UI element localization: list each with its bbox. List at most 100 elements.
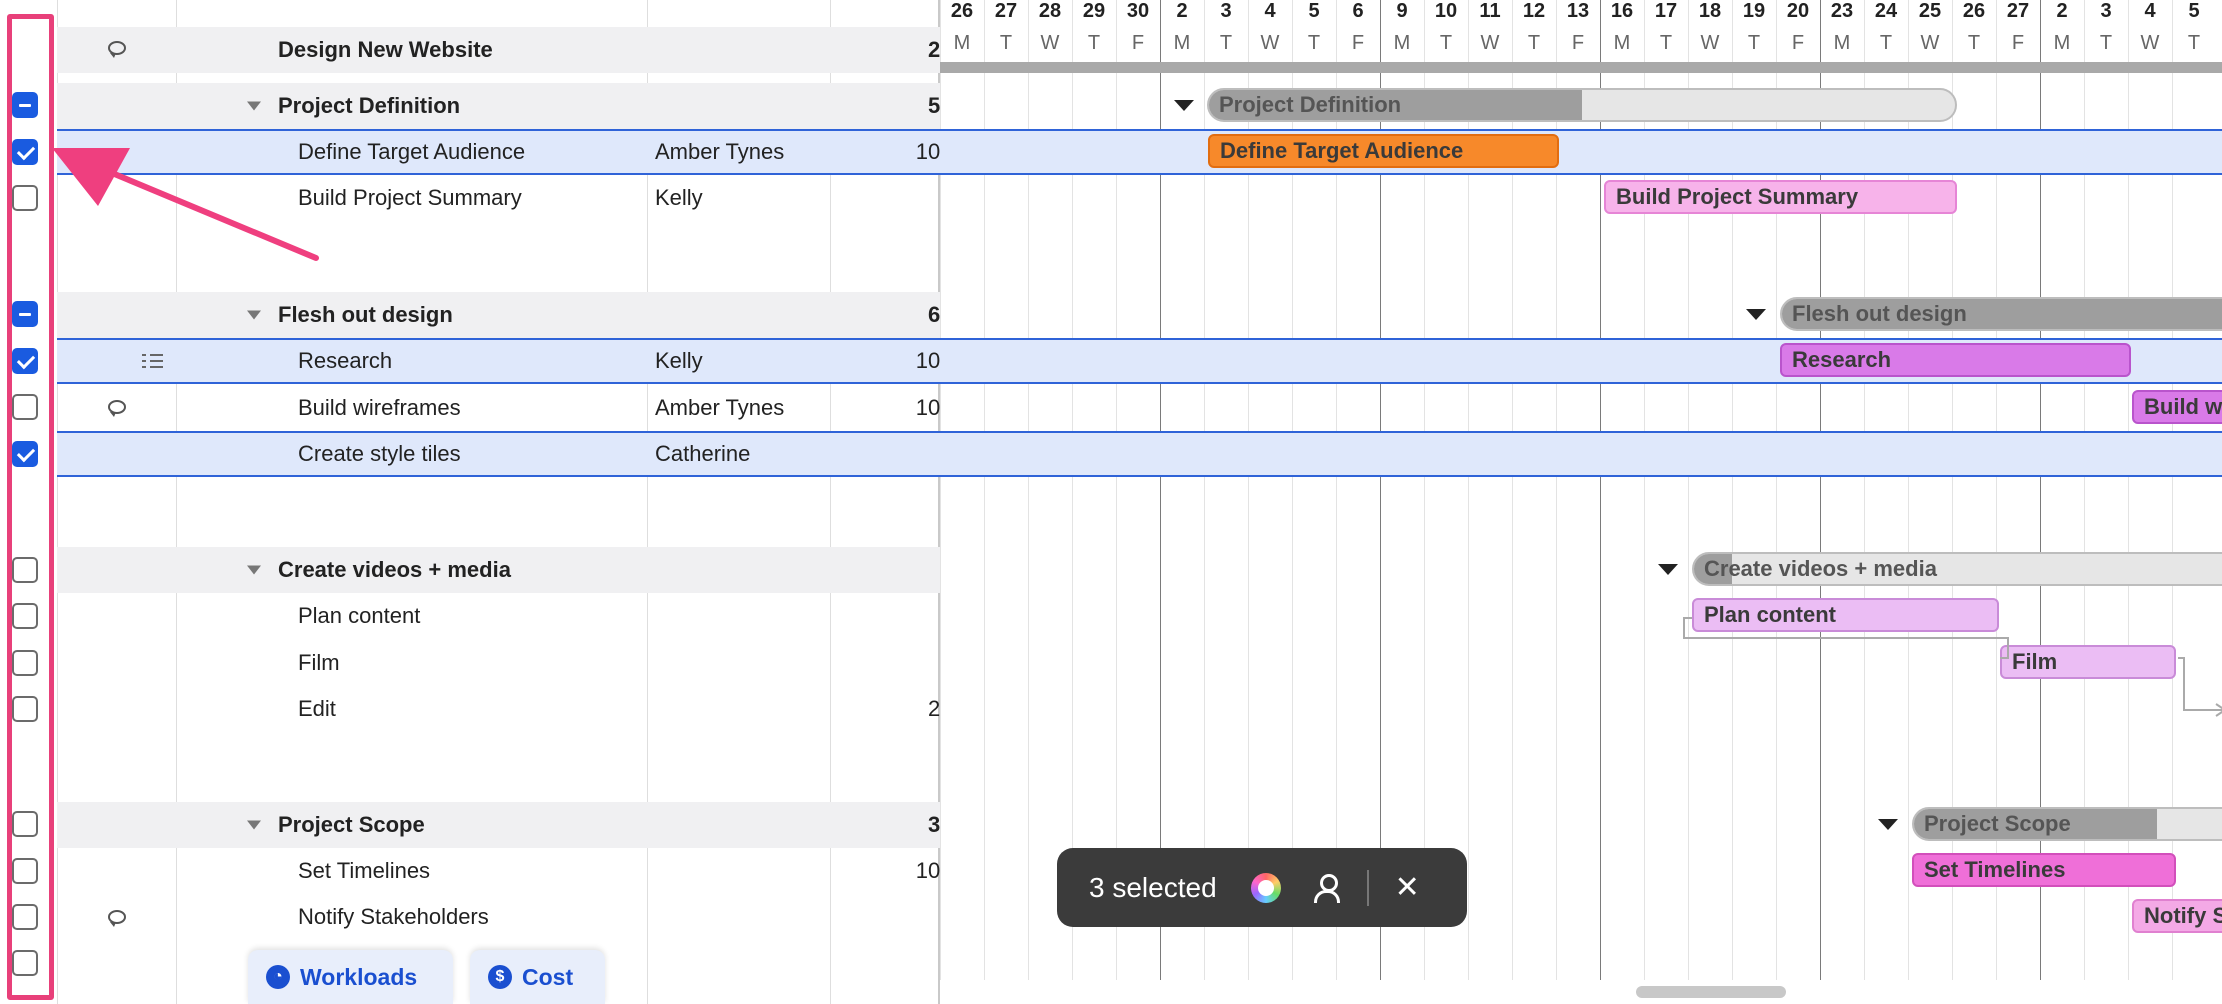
task-name[interactable]: Set Timelines bbox=[298, 848, 430, 894]
comment-icon[interactable] bbox=[108, 400, 126, 417]
task-name[interactable]: Film bbox=[298, 640, 340, 686]
close-icon[interactable]: ✕ bbox=[1395, 870, 1420, 905]
timeline-weekday: T bbox=[1219, 32, 1233, 54]
table-row[interactable]: Create style tiles Catherine 0% bbox=[57, 431, 940, 477]
table-row[interactable]: Create videos + media 7% bbox=[57, 547, 940, 593]
workloads-tab[interactable]: ◔ Workloads bbox=[248, 950, 453, 1004]
table-row[interactable]: Edit 25% bbox=[57, 686, 940, 732]
checklist-icon[interactable] bbox=[142, 353, 164, 369]
task-name[interactable]: Build Project Summary bbox=[298, 175, 522, 221]
percent-complete[interactable]: 0% bbox=[827, 175, 940, 221]
collapse-icon[interactable] bbox=[247, 565, 261, 575]
timeline-day-number: 2 bbox=[1176, 0, 1188, 22]
gantt-task-bar[interactable]: Research bbox=[1780, 343, 2131, 377]
gantt-row-selected[interactable] bbox=[940, 431, 2222, 477]
task-name[interactable]: Edit bbox=[298, 686, 336, 732]
gantt-summary-bar[interactable]: Create videos + media bbox=[1692, 552, 2222, 586]
timeline-weekday: T bbox=[999, 32, 1013, 54]
task-name[interactable]: Define Target Audience bbox=[298, 131, 525, 173]
percent-complete[interactable]: 0% bbox=[827, 940, 940, 986]
table-row[interactable]: Research Kelly 100% bbox=[57, 338, 940, 384]
table-row[interactable]: Project Scope 35% bbox=[57, 802, 940, 848]
timeline-day-number: 6 bbox=[1352, 0, 1364, 22]
collapse-icon[interactable] bbox=[1746, 309, 1766, 320]
gantt-summary-bar[interactable]: Flesh out design bbox=[1780, 297, 2222, 331]
table-row[interactable]: Build wireframes Amber Tynes 100% bbox=[57, 385, 940, 431]
collapse-icon[interactable] bbox=[247, 820, 261, 830]
task-name[interactable]: Flesh out design bbox=[278, 292, 453, 338]
task-name[interactable]: Plan content bbox=[298, 593, 420, 639]
collapse-icon[interactable] bbox=[1174, 100, 1194, 111]
timeline-day-number: 16 bbox=[1610, 0, 1634, 22]
percent-complete[interactable]: 100% bbox=[827, 848, 940, 894]
assignee[interactable]: Kelly bbox=[655, 175, 703, 221]
gantt-row-selected[interactable] bbox=[940, 129, 2222, 175]
percent-complete[interactable]: 35% bbox=[827, 802, 940, 848]
percent-complete[interactable]: 0% bbox=[827, 894, 940, 940]
task-name[interactable]: Notify Stakeholders bbox=[298, 894, 489, 940]
assignee[interactable]: Catherine bbox=[655, 433, 750, 475]
percent-complete[interactable]: 25% bbox=[827, 686, 940, 732]
cost-tab[interactable]: $ Cost bbox=[470, 950, 605, 1004]
collapse-icon[interactable] bbox=[1878, 819, 1898, 830]
task-name[interactable]: Research bbox=[298, 340, 392, 382]
task-name[interactable]: Design New Website bbox=[278, 27, 493, 73]
timeline-weekday: M bbox=[1393, 32, 1411, 54]
table-row[interactable]: Project Definition 50% bbox=[57, 83, 940, 129]
gantt-task-bar[interactable]: Notify S bbox=[2132, 899, 2222, 933]
collapse-icon[interactable] bbox=[247, 310, 261, 320]
task-name[interactable]: Project Scope bbox=[278, 802, 425, 848]
timeline-day-number: 27 bbox=[994, 0, 1018, 22]
percent-complete[interactable]: 100% bbox=[827, 340, 940, 382]
cost-label: Cost bbox=[522, 963, 574, 990]
task-name[interactable]: Build wireframes bbox=[298, 385, 461, 431]
gantt-task-bar[interactable]: Set Timelines bbox=[1912, 853, 2176, 887]
task-name[interactable]: Create videos + media bbox=[278, 547, 511, 593]
collapse-icon[interactable] bbox=[247, 101, 261, 111]
table-row[interactable]: Design New Website 25% bbox=[57, 27, 940, 73]
timeline-day-number: 4 bbox=[1264, 0, 1276, 22]
timeline-day-number: 24 bbox=[1874, 0, 1898, 22]
percent-complete[interactable]: 50% bbox=[827, 83, 940, 129]
selection-count: 3 selected bbox=[1089, 871, 1217, 903]
task-name[interactable]: Create style tiles bbox=[298, 433, 461, 475]
table-row[interactable]: Set Timelines 100% bbox=[57, 848, 940, 894]
timeline-weekday: W bbox=[1700, 32, 1720, 54]
timeline-weekday: F bbox=[1351, 32, 1365, 54]
table-row[interactable]: Notify Stakeholders 0% bbox=[57, 894, 940, 940]
timeline-day-number: 5 bbox=[2188, 0, 2200, 22]
percent-complete[interactable]: 0% bbox=[827, 593, 940, 639]
gantt-summary-bar[interactable]: Project Definition bbox=[1207, 88, 1957, 122]
timeline-weekday: T bbox=[1879, 32, 1893, 54]
table-row[interactable]: Flesh out design 62% bbox=[57, 292, 940, 338]
timeline-weekday: T bbox=[1527, 32, 1541, 54]
gantt-task-bar[interactable]: Build Project Summary bbox=[1604, 180, 1957, 214]
table-row[interactable]: Film 0% bbox=[57, 640, 940, 686]
assignee[interactable]: Amber Tynes bbox=[655, 131, 784, 173]
color-picker-icon[interactable] bbox=[1250, 872, 1281, 903]
assign-user-icon[interactable] bbox=[1313, 873, 1341, 903]
gantt-summary-bar[interactable]: Project Scope bbox=[1912, 807, 2222, 841]
timeline-weekday: M bbox=[953, 32, 971, 54]
assignee[interactable]: Amber Tynes bbox=[655, 385, 784, 431]
percent-complete[interactable]: 100% bbox=[827, 131, 940, 173]
percent-complete[interactable]: 62% bbox=[827, 292, 940, 338]
collapse-icon[interactable] bbox=[1658, 564, 1678, 575]
percent-complete[interactable]: 25% bbox=[827, 27, 940, 73]
table-row[interactable]: Plan content 0% bbox=[57, 593, 940, 639]
gantt-task-bar[interactable]: Define Target Audience bbox=[1208, 134, 1559, 168]
percent-complete[interactable]: 100% bbox=[827, 385, 940, 431]
percent-complete[interactable]: 0% bbox=[827, 640, 940, 686]
timeline-day-number: 28 bbox=[1038, 0, 1062, 22]
percent-complete[interactable]: 0% bbox=[827, 433, 940, 475]
horizontal-scrollbar[interactable] bbox=[1636, 986, 1786, 998]
timeline-weekday: W bbox=[1480, 32, 1500, 54]
timeline-weekday: W bbox=[2140, 32, 2160, 54]
timeline-weekday: T bbox=[1967, 32, 1981, 54]
comment-icon[interactable] bbox=[108, 910, 126, 927]
assignee[interactable]: Kelly bbox=[655, 340, 703, 382]
percent-complete[interactable]: 7% bbox=[827, 547, 940, 593]
task-name[interactable]: Project Definition bbox=[278, 83, 460, 129]
gantt-task-bar[interactable]: Build w bbox=[2132, 390, 2222, 424]
comment-icon[interactable] bbox=[108, 41, 126, 58]
